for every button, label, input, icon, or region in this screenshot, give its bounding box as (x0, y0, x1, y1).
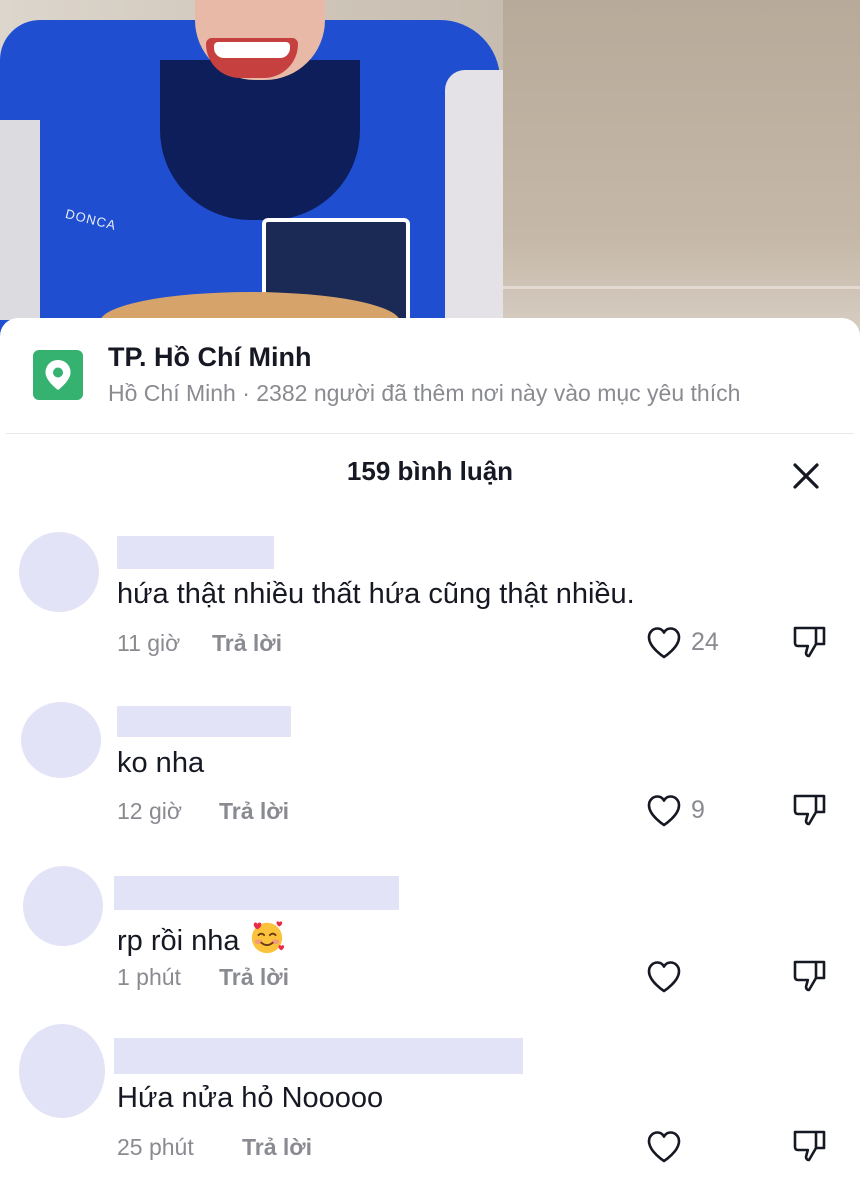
dislike-icon[interactable] (792, 792, 828, 828)
jacket-collar (160, 60, 360, 220)
comment-item: ko nha 12 giờ Trả lời 9 (0, 702, 860, 862)
like-count: 24 (691, 628, 719, 656)
comment-text: rp rồi nha (117, 918, 286, 958)
heart-icon[interactable] (646, 626, 682, 660)
comment-item: rp rồi nha 1 phút Trả lời (0, 866, 860, 1026)
comment-time: 11 giờ (117, 630, 181, 656)
username-placeholder[interactable] (114, 876, 399, 910)
comment-text: Hứa nửa hỏ Nooooo (117, 1082, 384, 1114)
comment-text: hứa thật nhiều thất hứa cũng thật nhiều. (117, 578, 635, 610)
location-banner[interactable]: TP. Hồ Chí Minh Hồ Chí Minh · 2382 người… (0, 318, 860, 434)
comment-count: 159 bình luận (346, 456, 514, 486)
dislike-icon[interactable] (792, 1128, 828, 1164)
heart-icon[interactable] (646, 1130, 682, 1164)
avatar[interactable] (19, 1024, 105, 1118)
background-wall (503, 0, 860, 340)
map-pin-icon (33, 350, 83, 400)
reply-button[interactable]: Trả lời (219, 964, 289, 991)
reply-button[interactable]: Trả lời (219, 798, 289, 825)
comments-sheet: TP. Hồ Chí Minh Hồ Chí Minh · 2382 người… (0, 318, 860, 1174)
username-placeholder[interactable] (117, 706, 291, 737)
dislike-icon[interactable] (792, 958, 828, 994)
username-placeholder[interactable] (117, 536, 274, 569)
video-preview[interactable]: DONCA (0, 0, 860, 340)
avatar[interactable] (19, 532, 99, 612)
divider (6, 433, 854, 434)
comment-time: 1 phút (117, 964, 181, 990)
comment-item: Hứa nửa hỏ Nooooo 25 phút Trả lời (0, 1024, 860, 1184)
username-placeholder[interactable] (114, 1038, 523, 1074)
close-icon[interactable] (788, 458, 824, 494)
comment-item: hứa thật nhiều thất hứa cũng thật nhiều.… (0, 530, 860, 690)
teeth (214, 42, 290, 58)
location-title: TP. Hồ Chí Minh (108, 342, 312, 372)
comment-time: 12 giờ (117, 798, 182, 824)
comment-text: ko nha (117, 747, 205, 779)
smiling-face-with-hearts-icon (251, 921, 284, 954)
like-count: 9 (691, 796, 705, 824)
sleeve-left (0, 120, 40, 320)
comment-text-label: rp rồi nha (117, 925, 240, 957)
heart-icon[interactable] (646, 794, 682, 828)
avatar[interactable] (23, 866, 103, 946)
reply-button[interactable]: Trả lời (242, 1134, 312, 1161)
comment-time: 25 phút (117, 1134, 194, 1160)
heart-icon[interactable] (646, 960, 682, 994)
dislike-icon[interactable] (792, 624, 828, 660)
sleeve-right (445, 70, 503, 320)
avatar[interactable] (21, 702, 101, 778)
location-subtitle: Hồ Chí Minh · 2382 người đã thêm nơi này… (108, 380, 741, 406)
reply-button[interactable]: Trả lời (212, 630, 282, 657)
wall-trim (503, 286, 860, 289)
